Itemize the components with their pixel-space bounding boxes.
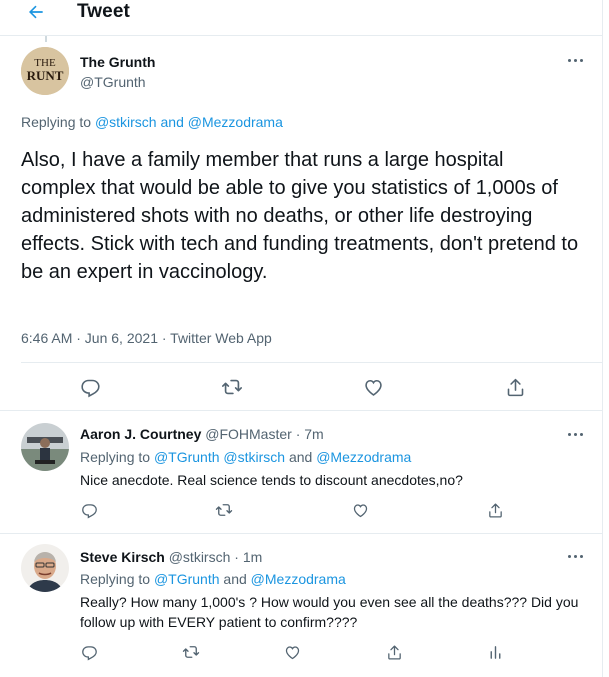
reply-button[interactable] bbox=[80, 501, 98, 519]
analytics-icon bbox=[490, 645, 500, 659]
analytics-button[interactable] bbox=[486, 643, 504, 661]
avatar[interactable]: THE RUNT bbox=[21, 47, 69, 95]
author-handle[interactable]: @stkirsch bbox=[169, 549, 231, 565]
more-icon bbox=[568, 555, 571, 558]
mention-link[interactable]: @Mezzodrama bbox=[188, 114, 283, 130]
more-button[interactable] bbox=[566, 56, 586, 66]
replying-to: Replying to @TGrunth and @Mezzodrama bbox=[80, 571, 346, 587]
reply-time[interactable]: · 7m bbox=[296, 426, 324, 442]
reply-icon bbox=[81, 645, 97, 660]
reply-time[interactable]: · 1m bbox=[234, 549, 262, 565]
reply-icon bbox=[81, 503, 97, 518]
reply-tweet[interactable]: Aaron J. Courtney @FOHMaster · 7m Replyi… bbox=[0, 412, 602, 534]
like-icon bbox=[285, 645, 299, 659]
share-icon bbox=[488, 502, 502, 518]
author-name[interactable]: Aaron J. Courtney bbox=[80, 426, 201, 442]
more-button[interactable] bbox=[566, 430, 586, 440]
share-button[interactable] bbox=[504, 376, 526, 398]
author-handle[interactable]: @TGrunth bbox=[80, 74, 146, 90]
column-border bbox=[602, 0, 603, 677]
avatar[interactable] bbox=[21, 544, 69, 592]
retweet-button[interactable] bbox=[221, 376, 243, 398]
main-tweet: THE RUNT The Grunth @TGrunth Replying to… bbox=[0, 36, 602, 411]
mention-link[interactable]: @Mezzodrama bbox=[251, 571, 346, 587]
more-button[interactable] bbox=[566, 552, 586, 562]
like-button[interactable] bbox=[362, 376, 384, 398]
author-handle[interactable]: @FOHMaster bbox=[205, 426, 292, 442]
divider bbox=[21, 362, 602, 363]
avatar-image bbox=[21, 544, 69, 592]
tweet-text: Also, I have a family member that runs a… bbox=[21, 149, 579, 283]
tweet-text: Nice anecdote. Real science tends to dis… bbox=[80, 472, 463, 488]
share-button[interactable] bbox=[385, 643, 403, 661]
reply-tweet[interactable]: Steve Kirsch @stkirsch · 1m Replying to … bbox=[0, 535, 602, 677]
like-icon bbox=[364, 379, 382, 396]
reply-author[interactable]: Aaron J. Courtney @FOHMaster · 7m bbox=[80, 426, 324, 442]
avatar-text-bottom: RUNT bbox=[27, 68, 64, 83]
more-icon bbox=[568, 59, 571, 62]
retweet-button[interactable] bbox=[215, 501, 233, 519]
tweet-text: Really? How many 1,000's ? How would you… bbox=[80, 594, 579, 630]
mention-link[interactable]: @stkirsch bbox=[95, 114, 157, 130]
back-arrow-icon bbox=[29, 5, 43, 19]
avatar[interactable] bbox=[21, 423, 69, 471]
retweet-icon bbox=[222, 379, 242, 395]
replying-to: Replying to @stkirsch and @Mezzodrama bbox=[21, 114, 283, 130]
reply-button[interactable] bbox=[79, 376, 101, 398]
reply-button[interactable] bbox=[80, 643, 98, 661]
tweet-timestamp[interactable]: 6:46 AM · Jun 6, 2021 · Twitter Web App bbox=[21, 330, 272, 346]
retweet-icon bbox=[215, 504, 233, 516]
avatar-image bbox=[21, 423, 69, 471]
replying-to: Replying to @TGrunth @stkirsch and @Mezz… bbox=[80, 449, 412, 465]
reply-icon bbox=[80, 379, 100, 397]
top-header: Tweet bbox=[0, 0, 602, 36]
like-icon bbox=[353, 503, 367, 517]
reply-author[interactable]: Steve Kirsch @stkirsch · 1m bbox=[80, 549, 262, 565]
page-title: Tweet bbox=[77, 1, 130, 22]
mention-link[interactable]: @Mezzodrama bbox=[316, 449, 411, 465]
mention-link[interactable]: @TGrunth @stkirsch bbox=[154, 449, 285, 465]
retweet-icon bbox=[182, 646, 200, 658]
like-button[interactable] bbox=[283, 643, 301, 661]
share-icon bbox=[507, 378, 523, 396]
back-button[interactable] bbox=[22, 0, 50, 24]
share-button[interactable] bbox=[486, 501, 504, 519]
author-name[interactable]: The Grunth bbox=[80, 54, 155, 70]
mention-link[interactable]: @TGrunth bbox=[154, 571, 220, 587]
avatar-image: THE RUNT bbox=[21, 47, 69, 95]
more-icon bbox=[568, 433, 571, 436]
retweet-button[interactable] bbox=[182, 643, 200, 661]
like-button[interactable] bbox=[351, 501, 369, 519]
author-name[interactable]: Steve Kirsch bbox=[80, 549, 165, 565]
share-icon bbox=[387, 644, 401, 660]
